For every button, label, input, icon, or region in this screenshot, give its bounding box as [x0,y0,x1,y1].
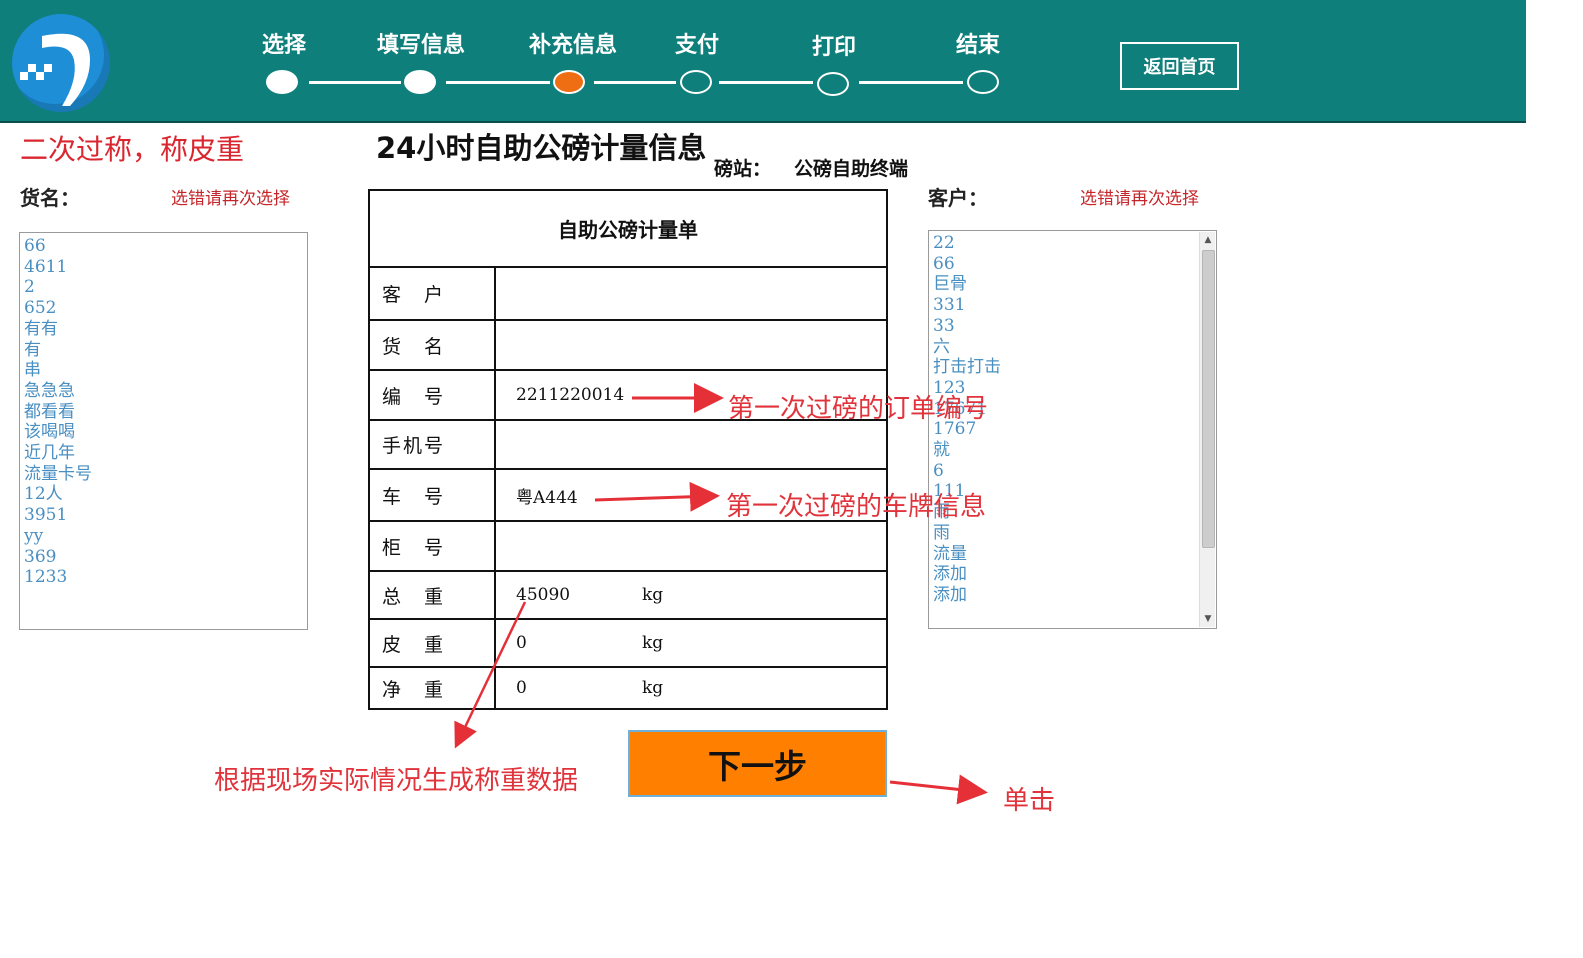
arrow-plate [594,481,720,512]
annotation-order-number: 第一次过磅的订单编号 [728,394,989,424]
annotation-weight-data: 根据现场实际情况生成称重数据 [214,766,579,796]
annotation-arrows [454,383,988,805]
annotation-plate-info: 第一次过磅的车牌信息 [726,492,987,522]
annotation-click: 单击 [1003,786,1056,816]
arrow-click [889,774,988,805]
arrow-weight-data [454,601,527,749]
